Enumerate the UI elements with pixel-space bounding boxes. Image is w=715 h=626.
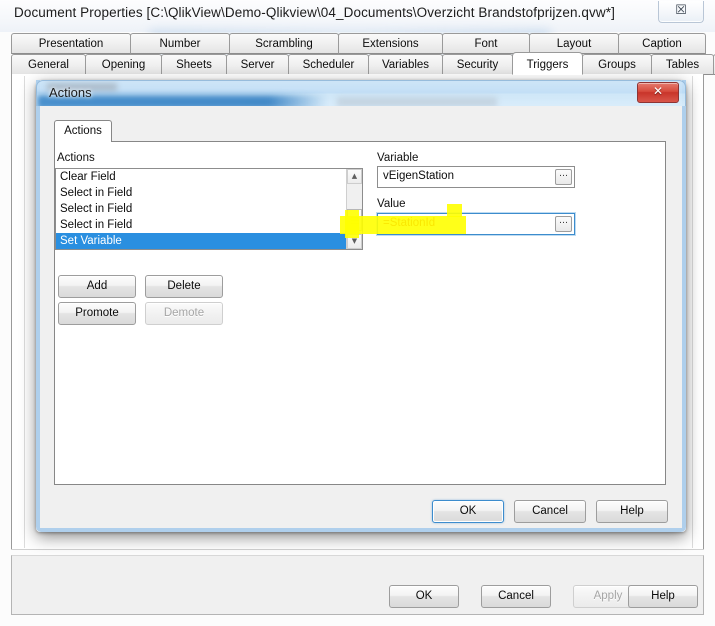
- dialog-titlebar: Actions: [36, 80, 686, 106]
- tab-label: Caption: [642, 38, 682, 50]
- list-item[interactable]: Select in Field: [56, 185, 362, 201]
- scroll-down-icon[interactable]: ▼: [347, 234, 362, 249]
- dialog-ok-button[interactable]: OK: [432, 500, 504, 523]
- scrollbar-grip-icon: [351, 217, 359, 224]
- tab-general[interactable]: General: [11, 54, 86, 75]
- tab-sheets[interactable]: Sheets: [161, 54, 227, 75]
- variable-input[interactable]: vEigenStation …: [377, 166, 575, 188]
- tab-label: Variables: [381, 59, 430, 71]
- tab-presentation[interactable]: Presentation: [11, 33, 131, 54]
- tab-label: Scrambling: [255, 38, 313, 50]
- tabrow-upper: Presentation Number Scrambling Extensions Fo…: [11, 33, 706, 54]
- promote-button[interactable]: Promote: [58, 302, 136, 325]
- window-cancel-button[interactable]: Cancel: [481, 585, 551, 608]
- tabrow-lower: General Opening Sheets Server Scheduler Varia…: [11, 52, 715, 75]
- tab-label: Number: [159, 38, 201, 50]
- list-item[interactable]: Select in Field: [56, 201, 362, 217]
- tab-scrambling[interactable]: Scrambling: [229, 33, 339, 54]
- panel-divider: [11, 549, 704, 550]
- dialog-cancel-button[interactable]: Cancel: [514, 500, 586, 523]
- tab-label: Opening: [101, 59, 146, 71]
- list-item[interactable]: Set Variable: [56, 233, 362, 249]
- tab-extensions[interactable]: Extensions: [338, 33, 443, 54]
- actions-listbox[interactable]: Clear Field Select in Field Select in Fiel…: [55, 168, 363, 250]
- tab-actions[interactable]: Actions: [54, 120, 112, 142]
- value-input[interactable]: =StationId …: [377, 213, 575, 235]
- variable-browse-button[interactable]: …: [555, 169, 572, 185]
- dialog-help-button[interactable]: Help: [596, 500, 668, 523]
- window-ok-button[interactable]: OK: [389, 585, 459, 608]
- tab-label: Triggers: [526, 59, 569, 71]
- backdrop-divider-left: [24, 76, 25, 548]
- tab-label: Presentation: [38, 38, 104, 50]
- document-properties-tabstrip: Presentation Number Scrambling Extensions Fo…: [11, 33, 715, 75]
- close-icon: ✕: [652, 84, 664, 98]
- delete-button[interactable]: Delete: [145, 275, 223, 298]
- list-item[interactable]: Clear Field: [56, 169, 362, 185]
- tab-label: Sheets: [176, 59, 212, 71]
- scrollbar-thumb[interactable]: [347, 209, 362, 231]
- actions-list-label: Actions: [57, 152, 95, 164]
- window-footer: OK Cancel Apply Help: [11, 555, 704, 615]
- tab-label: Layout: [556, 38, 592, 50]
- window-titlebar: Document Properties [C:\QlikView\Demo-Ql…: [0, 0, 715, 32]
- value-label: Value: [377, 198, 406, 210]
- backdrop-divider-right: [692, 76, 693, 548]
- window-title: Document Properties [C:\QlikView\Demo-Ql…: [14, 5, 615, 20]
- value-text: =StationId: [383, 217, 436, 229]
- glass-artifact-c: [337, 97, 497, 106]
- tab-label: Scheduler: [302, 59, 355, 71]
- tab-triggers[interactable]: Triggers: [512, 52, 583, 75]
- tab-variables[interactable]: Variables: [368, 54, 443, 75]
- window-close-button[interactable]: ☒: [658, 1, 704, 23]
- tab-label: Font: [474, 38, 498, 50]
- window-help-button[interactable]: Help: [628, 585, 698, 608]
- tab-label: Groups: [598, 59, 636, 71]
- tab-label: General: [28, 59, 69, 71]
- tab-font[interactable]: Font: [442, 33, 530, 54]
- variable-label: Variable: [377, 152, 419, 164]
- value-browse-button[interactable]: …: [555, 216, 572, 232]
- close-icon: ☒: [675, 3, 687, 18]
- tab-label: Server: [240, 59, 275, 71]
- tab-opening[interactable]: Opening: [85, 54, 162, 75]
- tab-caption[interactable]: Caption: [618, 33, 706, 54]
- dialog-title: Actions: [49, 85, 92, 100]
- actions-list-items: Clear Field Select in Field Select in Fiel…: [56, 169, 362, 249]
- tab-layout[interactable]: Layout: [529, 33, 619, 54]
- tab-tables[interactable]: Tables: [651, 54, 714, 75]
- tab-groups[interactable]: Groups: [582, 54, 652, 75]
- list-item[interactable]: Select in Field: [56, 217, 362, 233]
- tab-label: Extensions: [362, 38, 419, 50]
- tab-scheduler[interactable]: Scheduler: [288, 54, 369, 75]
- tab-label: Security: [456, 59, 499, 71]
- tab-number[interactable]: Number: [130, 33, 230, 54]
- tab-server[interactable]: Server: [226, 54, 289, 75]
- screenshot-root: Document Properties [C:\QlikView\Demo-Ql…: [0, 0, 715, 626]
- tab-security[interactable]: Security: [442, 54, 513, 75]
- variable-value: vEigenStation: [383, 170, 454, 182]
- dialog-close-button[interactable]: ✕: [637, 82, 679, 103]
- listbox-scrollbar[interactable]: ▲ ▼: [346, 169, 362, 249]
- tab-label: Tables: [665, 59, 700, 71]
- scroll-up-icon[interactable]: ▲: [347, 169, 362, 184]
- add-button[interactable]: Add: [58, 275, 136, 298]
- demote-button: Demote: [145, 302, 223, 325]
